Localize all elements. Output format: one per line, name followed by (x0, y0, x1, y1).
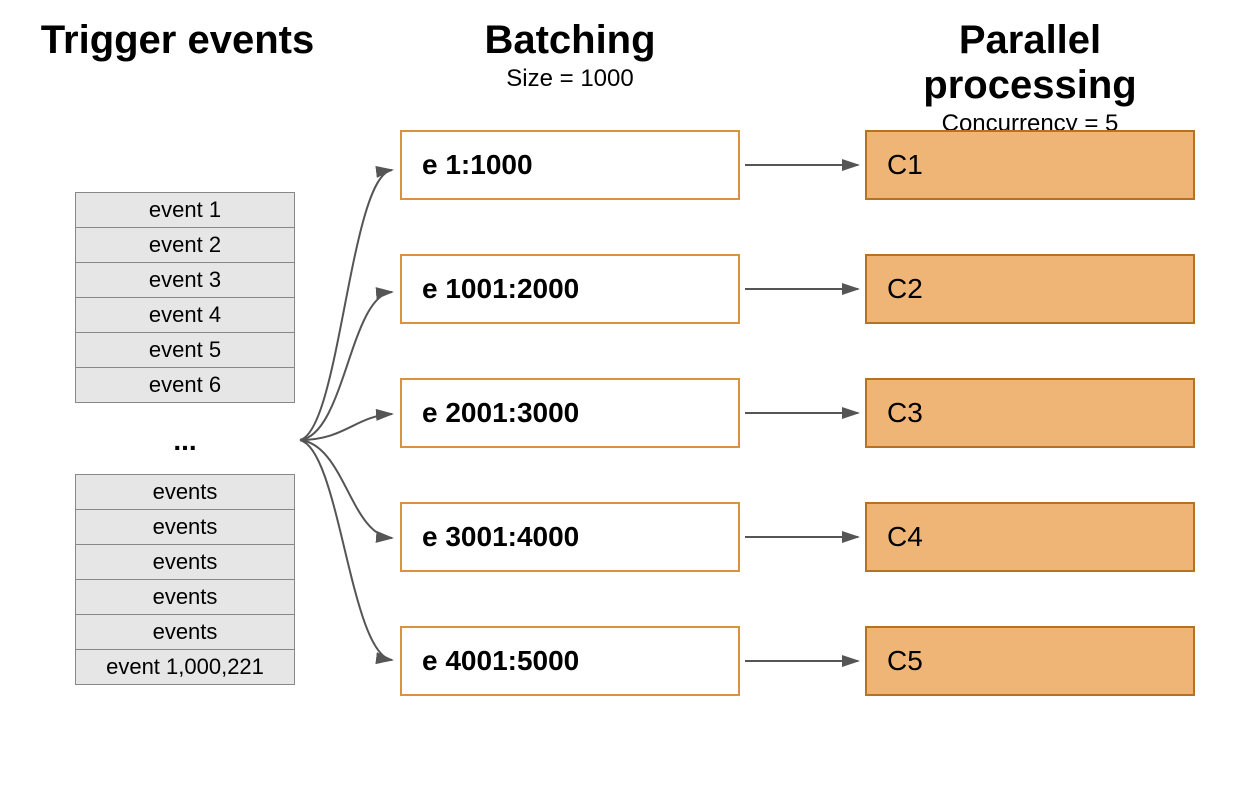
arrow-events-to-batch-2 (300, 292, 392, 440)
event-row: events (75, 579, 295, 615)
heading-batching-subtitle: Size = 1000 (390, 65, 750, 93)
event-row: events (75, 509, 295, 545)
events-ellipsis: ... (75, 425, 295, 457)
event-row: event 4 (75, 297, 295, 333)
event-row: event 2 (75, 227, 295, 263)
event-row: event 6 (75, 367, 295, 403)
batch-box: e 1001:2000 (400, 254, 740, 324)
processor-box: C1 (865, 130, 1195, 200)
batch-box: e 2001:3000 (400, 378, 740, 448)
event-row: event 1 (75, 192, 295, 228)
processor-box: C4 (865, 502, 1195, 572)
heading-parallel-title: Parallel processing (855, 18, 1205, 108)
heading-parallel: Parallel processing Concurrency = 5 (855, 18, 1205, 138)
batch-box: e 1:1000 (400, 130, 740, 200)
batch-box: e 4001:5000 (400, 626, 740, 696)
heading-batching: Batching Size = 1000 (390, 18, 750, 93)
heading-batching-title: Batching (390, 18, 750, 63)
processor-box: C5 (865, 626, 1195, 696)
event-row: event 5 (75, 332, 295, 368)
event-row: events (75, 474, 295, 510)
event-row: events (75, 614, 295, 650)
processor-box: C2 (865, 254, 1195, 324)
batch-box: e 3001:4000 (400, 502, 740, 572)
arrow-events-to-batch-3 (300, 414, 392, 440)
events-list-bottom: events events events events events event… (75, 475, 295, 685)
event-row: event 1,000,221 (75, 649, 295, 685)
arrow-events-to-batch-1 (300, 170, 392, 440)
arrow-events-to-batch-4 (300, 440, 392, 538)
event-row: events (75, 544, 295, 580)
arrow-events-to-batch-5 (300, 440, 392, 660)
event-row: event 3 (75, 262, 295, 298)
heading-trigger-events: Trigger events (30, 18, 325, 63)
events-list-top: event 1 event 2 event 3 event 4 event 5 … (75, 193, 295, 403)
processor-box: C3 (865, 378, 1195, 448)
